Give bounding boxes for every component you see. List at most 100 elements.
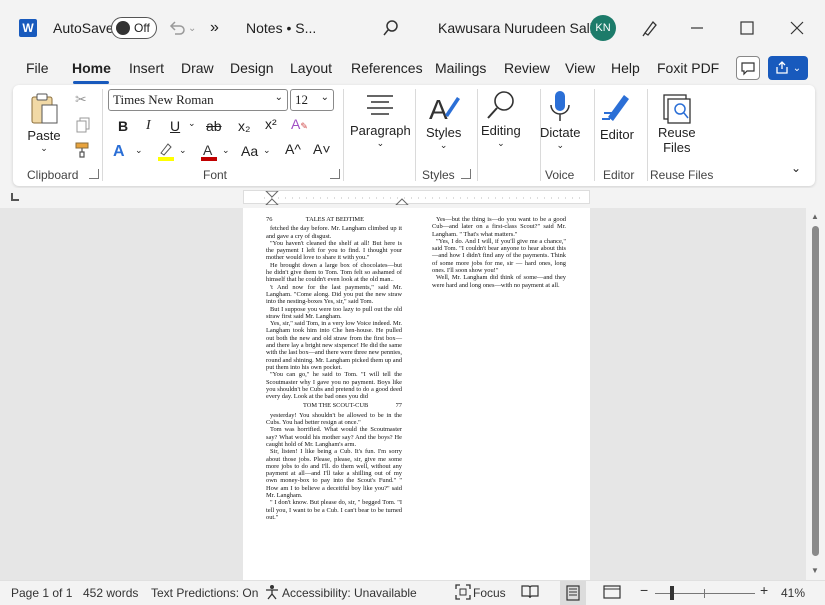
avatar[interactable]: KN	[590, 0, 616, 56]
tab-home[interactable]: Home	[72, 60, 111, 76]
font-color-button[interactable]: A	[199, 141, 219, 163]
svg-text:A: A	[203, 142, 213, 158]
focus-button[interactable]: Focus	[473, 586, 506, 600]
text-effects-dropdown-icon[interactable]: ⌄	[135, 145, 143, 156]
cut-icon[interactable]: ✂	[75, 91, 87, 108]
editor-button[interactable]: Editor	[600, 91, 634, 142]
search-icon[interactable]	[382, 0, 400, 56]
maximize-icon[interactable]	[740, 0, 754, 56]
svg-text:A: A	[429, 94, 448, 125]
styles-button[interactable]: A Styles ⌄	[426, 91, 461, 151]
clipboard-launcher-icon[interactable]	[89, 169, 99, 179]
scrollbar-thumb[interactable]	[812, 226, 819, 556]
focus-icon[interactable]	[455, 584, 471, 600]
change-case-dropdown-icon[interactable]: ⌄	[263, 145, 271, 156]
grow-font-button[interactable]: A^	[285, 141, 301, 157]
tab-draw[interactable]: Draw	[181, 60, 214, 76]
format-painter-icon[interactable]	[73, 141, 91, 159]
highlight-color-button[interactable]	[156, 141, 176, 163]
tab-selector-icon[interactable]	[11, 193, 19, 201]
tab-references[interactable]: References	[351, 60, 423, 76]
page-count[interactable]: Page 1 of 1	[11, 586, 72, 600]
divider	[594, 89, 595, 181]
vertical-scrollbar[interactable]: ▲ ▼	[806, 208, 825, 580]
close-icon[interactable]	[790, 0, 804, 56]
dictate-button[interactable]: Dictate ⌄	[540, 89, 580, 151]
read-mode-icon[interactable]	[521, 584, 539, 600]
scroll-up-icon[interactable]: ▲	[811, 212, 819, 221]
zoom-out-icon[interactable]: −	[640, 582, 648, 598]
font-launcher-icon[interactable]	[330, 169, 340, 179]
underline-button[interactable]: U	[170, 118, 180, 134]
microphone-icon	[550, 91, 570, 121]
zoom-slider-thumb[interactable]	[670, 586, 674, 600]
paragraph: He brought down a large box of chocolate…	[266, 261, 402, 284]
tab-help[interactable]: Help	[611, 60, 640, 76]
autosave-toggle[interactable]: Off	[111, 0, 157, 56]
accessibility-icon[interactable]	[264, 584, 280, 600]
editing-button[interactable]: Editing ⌄	[481, 89, 521, 149]
zoom-level[interactable]: 41%	[781, 586, 805, 600]
tab-review[interactable]: Review	[504, 60, 550, 76]
horizontal-ruler[interactable]	[243, 190, 590, 205]
font-color-dropdown-icon[interactable]: ⌄	[222, 145, 230, 156]
strikethrough-button[interactable]: ab	[206, 118, 222, 134]
tab-layout[interactable]: Layout	[290, 60, 332, 76]
tab-design[interactable]: Design	[230, 60, 274, 76]
ribbon: Paste ⌄ ✂ Clipboard Times New Roman ⌄ 12 ⌄…	[13, 85, 815, 186]
tab-foxit-pdf[interactable]: Foxit PDF	[657, 60, 719, 76]
word-app-icon: W	[19, 0, 37, 56]
copy-icon[interactable]	[75, 117, 91, 133]
change-case-button[interactable]: Aa	[241, 143, 258, 159]
text-predictions-status[interactable]: Text Predictions: On	[151, 586, 258, 600]
more-commands-icon[interactable]: »	[210, 0, 219, 56]
superscript-button[interactable]: x²	[265, 116, 277, 132]
collapse-ribbon-icon[interactable]: ⌄	[791, 161, 801, 175]
paragraph: Sir, listen! I like being a Cub. It's fu…	[266, 448, 402, 499]
document-title[interactable]: Notes • S...	[246, 0, 316, 56]
shrink-font-button[interactable]: A˅	[313, 141, 331, 157]
ribbon-tabs: File Home Insert Draw Design Layout Refe…	[0, 56, 825, 84]
underline-dropdown-icon[interactable]: ⌄	[188, 118, 196, 129]
voice-group-label: Voice	[545, 168, 575, 182]
share-button[interactable]: ⌄	[768, 56, 808, 80]
clear-formatting-icon[interactable]: A✎	[291, 116, 308, 132]
designer-pen-icon[interactable]	[640, 0, 660, 56]
paragraph-button[interactable]: Paragraph ⌄	[350, 91, 411, 149]
paragraph: Tom was horrified. What would the Scoutm…	[266, 426, 402, 448]
print-layout-icon[interactable]	[560, 581, 586, 605]
divider	[343, 89, 344, 181]
scroll-down-icon[interactable]: ▼	[811, 566, 819, 575]
font-name-select[interactable]: Times New Roman ⌄	[108, 89, 288, 111]
ruler-area	[0, 188, 825, 208]
font-size-select[interactable]: 12 ⌄	[290, 89, 334, 111]
clipboard-group-label: Clipboard	[27, 168, 79, 182]
text-column-left: 76 TALES AT BEDTIME fetched the day befor…	[266, 216, 402, 521]
comments-button[interactable]	[736, 56, 760, 80]
paragraph: 't And now for the last payments," said …	[266, 283, 402, 306]
text-effects-button[interactable]: A	[113, 143, 125, 161]
status-bar: Page 1 of 1 452 words Text Predictions: …	[0, 580, 825, 605]
undo-dropdown-icon[interactable]: ⌄	[188, 0, 196, 56]
minimize-icon[interactable]	[690, 0, 704, 56]
bold-button[interactable]: B	[118, 118, 128, 134]
accessibility-status[interactable]: Accessibility: Unavailable	[282, 586, 417, 600]
web-layout-icon[interactable]	[603, 584, 621, 600]
subscript-button[interactable]: x₂	[238, 118, 250, 134]
word-count[interactable]: 452 words	[83, 586, 138, 600]
tab-mailings[interactable]: Mailings	[435, 60, 486, 76]
tab-view[interactable]: View	[565, 60, 595, 76]
reuse-files-button[interactable]: Reuse Files	[658, 91, 696, 155]
italic-button[interactable]: I	[146, 118, 151, 134]
document-page[interactable]: 76 TALES AT BEDTIME fetched the day befor…	[243, 208, 590, 580]
user-name[interactable]: Kawusara Nurudeen Salley	[438, 0, 608, 56]
tab-file[interactable]: File	[26, 60, 49, 76]
zoom-in-icon[interactable]: +	[760, 582, 768, 598]
paragraph: But I suppose you were too lazy to pull …	[266, 305, 402, 320]
highlight-dropdown-icon[interactable]: ⌄	[179, 145, 187, 156]
undo-icon[interactable]	[168, 0, 186, 56]
tab-insert[interactable]: Insert	[129, 60, 164, 76]
paragraph: "Yes, I do. And I will, if you'll give m…	[432, 237, 566, 275]
paste-button[interactable]: Paste ⌄	[27, 91, 61, 154]
styles-launcher-icon[interactable]	[461, 169, 471, 179]
